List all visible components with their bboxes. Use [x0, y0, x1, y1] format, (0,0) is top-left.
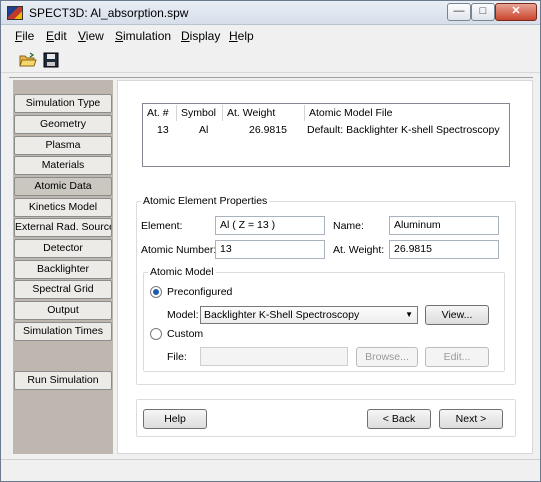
help-button[interactable]: Help	[143, 409, 207, 429]
file-field[interactable]	[200, 347, 348, 366]
sidebar-item-geometry[interactable]: Geometry	[14, 115, 112, 134]
table-cell-atomic-model-file[interactable]: Default: Backlighter K-shell Spectroscop…	[307, 123, 500, 137]
atomic-model-title: Atomic Model	[148, 266, 216, 278]
element-field[interactable]: Al ( Z = 13 )	[215, 216, 325, 235]
column-header-atomic-weight[interactable]: At. Weight	[223, 105, 305, 121]
sidebar-item-plasma[interactable]: Plasma	[14, 136, 112, 155]
sidebar-item-external-rad-source[interactable]: External Rad. Source	[14, 218, 112, 237]
atomic-weight-field[interactable]: 26.9815	[389, 240, 499, 259]
menu-simulation[interactable]: Simulation	[115, 29, 171, 43]
table-cell-atomic-weight[interactable]: 26.9815	[249, 123, 287, 137]
element-label: Element:	[141, 220, 183, 232]
menu-bar: File Edit View Simulation Display Help	[1, 26, 540, 46]
open-folder-icon[interactable]	[19, 51, 37, 69]
element-table[interactable]: At. # Symbol At. Weight Atomic Model Fil…	[142, 103, 510, 167]
model-select[interactable]: Backlighter K-Shell Spectroscopy ▼	[200, 306, 418, 324]
title-bar: SPECT3D: Al_absorption.spw — □ ✕	[1, 1, 540, 25]
window-title: SPECT3D: Al_absorption.spw	[29, 6, 189, 20]
name-label: Name:	[333, 220, 364, 232]
atomic-data-panel: At. # Symbol At. Weight Atomic Model Fil…	[117, 80, 533, 454]
maximize-button[interactable]: □	[471, 3, 495, 21]
app-window: SPECT3D: Al_absorption.spw — □ ✕ File Ed…	[0, 0, 541, 482]
toolbar	[1, 47, 540, 73]
view-button[interactable]: View...	[425, 305, 489, 325]
model-select-value: Backlighter K-Shell Spectroscopy	[204, 309, 360, 321]
table-cell-symbol[interactable]: Al	[199, 123, 208, 137]
column-header-symbol[interactable]: Symbol	[177, 105, 223, 121]
atomic-model-group: Atomic Model Preconfigured Model: Backli…	[143, 266, 505, 372]
sidebar-item-detector[interactable]: Detector	[14, 239, 112, 258]
menu-view[interactable]: View	[78, 29, 104, 43]
status-bar	[1, 459, 540, 481]
sidebar-item-kinetics-model[interactable]: Kinetics Model	[14, 198, 112, 217]
dropdown-arrow-icon: ▼	[405, 310, 413, 319]
save-disk-icon[interactable]	[42, 51, 60, 69]
minimize-button[interactable]: —	[447, 3, 471, 21]
element-properties-title: Atomic Element Properties	[141, 195, 270, 207]
sidebar-item-output[interactable]: Output	[14, 301, 112, 320]
atomic-weight-label: At. Weight:	[333, 244, 385, 256]
sidebar-item-spectral-grid[interactable]: Spectral Grid	[14, 280, 112, 299]
file-label: File:	[167, 351, 187, 363]
content-area: Simulation Type Geometry Plasma Material…	[9, 77, 533, 457]
column-header-atomic-number[interactable]: At. #	[143, 105, 177, 121]
column-header-atomic-model-file[interactable]: Atomic Model File	[305, 105, 509, 121]
back-button[interactable]: < Back	[367, 409, 431, 429]
sidebar-item-simulation-times[interactable]: Simulation Times	[14, 322, 112, 341]
atomic-number-field[interactable]: 13	[215, 240, 325, 259]
sidebar-item-backlighter[interactable]: Backlighter	[14, 260, 112, 279]
menu-edit[interactable]: Edit	[46, 29, 67, 43]
custom-label: Custom	[167, 328, 204, 340]
next-button[interactable]: Next >	[439, 409, 503, 429]
menu-file[interactable]: File	[15, 29, 34, 43]
sidebar: Simulation Type Geometry Plasma Material…	[13, 80, 113, 454]
name-field[interactable]: Aluminum	[389, 216, 499, 235]
custom-radio[interactable]	[150, 328, 162, 340]
sidebar-item-materials[interactable]: Materials	[14, 156, 112, 175]
element-properties-group: Atomic Element Properties Element: Al ( …	[136, 195, 516, 385]
navigation-bar: Help < Back Next >	[136, 399, 516, 437]
close-button[interactable]: ✕	[495, 3, 537, 21]
preconfigured-radio[interactable]	[150, 286, 162, 298]
menu-display[interactable]: Display	[181, 29, 220, 43]
sidebar-item-simulation-type[interactable]: Simulation Type	[14, 94, 112, 113]
sidebar-item-atomic-data[interactable]: Atomic Data	[14, 177, 112, 196]
app-logo-icon	[7, 6, 23, 20]
run-simulation-button[interactable]: Run Simulation	[14, 371, 112, 390]
preconfigured-label: Preconfigured	[167, 286, 233, 298]
model-label: Model:	[167, 309, 199, 321]
menu-help[interactable]: Help	[229, 29, 254, 43]
edit-button[interactable]: Edit...	[425, 347, 489, 367]
atomic-number-label: Atomic Number:	[141, 244, 217, 256]
browse-button[interactable]: Browse...	[356, 347, 418, 367]
table-cell-atomic-number[interactable]: 13	[157, 123, 169, 137]
